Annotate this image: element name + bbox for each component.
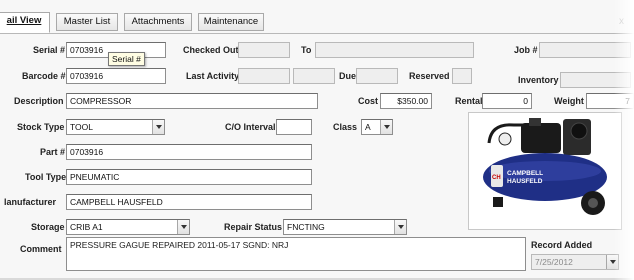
part-label: Part # [40,147,66,157]
tab-detail-view[interactable]: ail View [0,12,50,33]
repair-status-select[interactable]: FNCTING [283,219,407,235]
last-activity-label: Last Activity [186,71,240,81]
stock-type-label: Stock Type [17,122,65,132]
description-label: Description [14,96,64,106]
checked-out-field[interactable] [238,42,290,58]
stock-type-select[interactable]: TOOL [66,119,165,135]
due-label: Due [339,71,357,81]
weight-label: Weight [554,96,584,106]
reserved-field[interactable] [452,68,472,84]
record-added-field[interactable]: 7/25/2012 [531,254,619,270]
tab-attachments-label: Attachments [131,16,185,27]
class-value: A [365,122,371,132]
cost-field[interactable]: $350.00 [380,93,432,109]
chevron-down-icon[interactable] [177,220,189,234]
class-select[interactable]: A [361,119,393,135]
tab-master-list-label: Master List [63,16,111,27]
compressor-image: CH CAMPBELL HAUSFELD [483,118,607,215]
description-field[interactable]: COMPRESSOR [66,93,318,109]
tab-detail-view-label: ail View [6,15,42,26]
chevron-down-icon[interactable] [152,120,164,134]
comment-field[interactable]: PRESSURE GAGUE REPAIRED 2011-05-17 SGND:… [66,237,526,271]
right-edge-fade [614,0,634,280]
brand-line-2: HAUSFELD [507,178,543,185]
tab-maintenance-label: Maintenance [203,16,259,27]
tab-master-list[interactable]: Master List [56,13,118,31]
record-added-value: 7/25/2012 [535,257,573,267]
job-label: Job # [514,45,538,55]
co-interval-field[interactable] [276,119,312,135]
repair-status-label: Repair Status [224,222,283,232]
part-field[interactable]: 0703916 [66,144,312,160]
to-label: To [301,45,312,55]
comment-label: Comment [20,244,62,254]
stock-type-value: TOOL [70,122,93,132]
inventory-label: Inventory [518,75,559,85]
tab-bar: ail View Master List Attachments Mainten… [0,10,634,34]
tab-maintenance[interactable]: Maintenance [198,13,264,31]
rental-field[interactable]: 0 [482,93,532,109]
manufacturer-label: lanufacturer [4,197,57,207]
chevron-down-icon[interactable] [380,120,392,134]
record-added-label: Record Added [531,240,593,250]
barcode-field[interactable]: 0703916 [66,68,166,84]
last-activity-time-field[interactable] [293,68,335,84]
item-photo: CH CAMPBELL HAUSFELD [468,112,622,230]
brand-line-1: CAMPBELL [507,170,543,177]
storage-select[interactable]: CRIB A1 [66,219,190,235]
due-field[interactable] [356,68,398,84]
last-activity-date-field[interactable] [238,68,290,84]
brand-badge: CH [492,175,501,181]
manufacturer-field[interactable]: CAMPBELL HAUSFELD [66,194,312,210]
cost-label: Cost [358,96,378,106]
storage-label: Storage [31,222,65,232]
class-label: Class [333,122,358,132]
tool-type-field[interactable]: PNEUMATIC [66,169,312,185]
barcode-label: Barcode # [22,71,66,81]
storage-value: CRIB A1 [70,222,103,232]
tab-attachments[interactable]: Attachments [124,13,192,31]
serial-label: Serial # [33,45,66,55]
checked-out-label: Checked Out [183,45,239,55]
reserved-label: Reserved [409,71,450,81]
chevron-down-icon[interactable] [394,220,406,234]
repair-status-value: FNCTING [287,222,325,232]
serial-tooltip: Serial # [108,52,145,66]
co-interval-label: C/O Interval [225,122,276,132]
tool-type-label: Tool Type [25,172,67,182]
rental-label: Rental [455,96,483,106]
to-field[interactable] [315,42,474,58]
